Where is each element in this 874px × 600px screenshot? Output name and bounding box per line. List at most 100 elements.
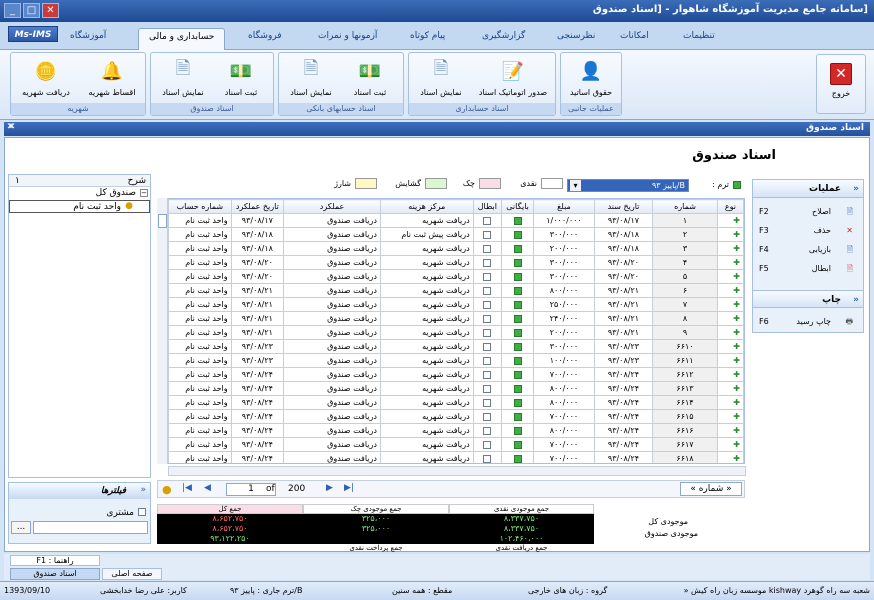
print-receipt-action[interactable]: 🖶 چاپ رسید F6 xyxy=(753,312,863,331)
void-checkbox[interactable] xyxy=(483,454,492,463)
void-checkbox[interactable] xyxy=(483,440,492,449)
teacher-salary-button[interactable]: 👤 حقوق اساتید xyxy=(565,57,617,98)
archived-checkbox[interactable] xyxy=(513,286,522,295)
archived-checkbox[interactable] xyxy=(513,300,522,309)
show-accounting-docs-button[interactable]: 🗎 نمایش اسناد xyxy=(413,57,469,97)
grid-header[interactable]: ابطال xyxy=(472,199,502,214)
table-row[interactable]: ✚ ۶ ۹۳/۰۸/۲۱ ۸۰۰/۰۰۰ دریافت شهریه دریافت صندو… xyxy=(168,283,744,298)
grid-header[interactable]: شماره حساب xyxy=(168,199,232,214)
archived-checkbox[interactable] xyxy=(513,440,522,449)
table-row[interactable]: ✚ ۴ ۹۳/۰۸/۲۰ ۳۰۰/۰۰۰ دریافت شهریه دریافت صندو… xyxy=(168,255,744,270)
tab-exams[interactable]: آزمونها و نمرات xyxy=(318,31,377,41)
grid-header[interactable]: نوع xyxy=(716,199,744,214)
customer-browse-button[interactable]: ... xyxy=(11,521,31,534)
grid-header[interactable]: تاریخ عملکرد xyxy=(230,199,285,214)
archived-checkbox[interactable] xyxy=(513,412,522,421)
void-checkbox[interactable] xyxy=(483,342,492,351)
void-checkbox[interactable] xyxy=(483,216,492,225)
table-row[interactable]: ✚ ۶۶۱۷ ۹۳/۰۸/۲۴ ۷۰۰/۰۰۰ دریافت شهریه دریافت ص… xyxy=(168,437,744,452)
tab-sms[interactable]: پیام کوتاه xyxy=(410,31,445,41)
tab-reports[interactable]: گزارشگیری xyxy=(482,31,525,41)
chevron-up-icon[interactable]: « xyxy=(853,291,859,309)
customer-checkbox[interactable] xyxy=(138,508,146,516)
table-row[interactable]: ✚ ۲ ۹۳/۰۸/۱۸ ۳۰۰/۰۰۰ دریافت پیش ثبت نام دریاف… xyxy=(168,227,744,242)
tab-store[interactable]: فروشگاه xyxy=(248,31,282,41)
exit-button[interactable]: ✕ خروج xyxy=(816,54,866,114)
vertical-scrollbar[interactable] xyxy=(157,198,168,464)
table-row[interactable]: ✚ ۶۶۱۴ ۹۳/۰۸/۲۴ ۸۰۰/۰۰۰ دریافت شهریه دریافت ص… xyxy=(168,395,744,410)
minimize-button[interactable]: _ xyxy=(4,3,21,18)
void-checkbox[interactable] xyxy=(483,412,492,421)
table-row[interactable]: ✚ ۶۶۱۱ ۹۳/۰۸/۲۳ ۱۰۰/۰۰۰ دریافت شهریه دریافت ص… xyxy=(168,353,744,368)
table-row[interactable]: ✚ ۶۶۱۵ ۹۳/۰۸/۲۴ ۷۰۰/۰۰۰ دریافت شهریه دریافت ص… xyxy=(168,409,744,424)
void-checkbox[interactable] xyxy=(483,300,492,309)
grid-header[interactable]: بایگانی xyxy=(500,199,535,214)
receive-tuition-button[interactable]: 🪙 دریافت شهریه xyxy=(15,57,77,98)
grid-header[interactable]: مرکز هزینه xyxy=(379,199,474,214)
archived-checkbox[interactable] xyxy=(513,216,522,225)
bank-show-button[interactable]: 🗎 نمایش اسناد xyxy=(283,57,339,97)
table-row[interactable]: ✚ ۵ ۹۳/۰۸/۲۰ ۳۰۰/۰۰۰ دریافت شهریه دریافت صندو… xyxy=(168,269,744,284)
table-row[interactable]: ✚ ۶۶۱۰ ۹۳/۰۸/۲۳ ۳۰۰/۰۰۰ دریافت شهریه دریافت ص… xyxy=(168,339,744,354)
bank-register-button[interactable]: 💵 ثبت اسناد xyxy=(341,57,399,98)
table-row[interactable]: ✚ ۶۶۱۶ ۹۳/۰۸/۲۴ ۸۰۰/۰۰۰ دریافت شهریه دریافت ص… xyxy=(168,423,744,438)
tree-child[interactable]: ● واحد ثبت نام xyxy=(9,200,150,213)
table-row[interactable]: ✚ ۳ ۹۳/۰۸/۱۸ ۲۰۰/۰۰۰ دریافت شهریه دریافت صندو… xyxy=(168,241,744,256)
tab-facilities[interactable]: امکانات xyxy=(620,31,649,41)
auto-issue-button[interactable]: 📝 صدور اتوماتیک اسناد xyxy=(471,57,555,98)
prev-page-icon[interactable]: ◀ xyxy=(204,483,211,493)
table-row[interactable]: ✚ ۶۶۱۳ ۹۳/۰۸/۲۴ ۸۰۰/۰۰۰ دریافت شهریه دریافت ص… xyxy=(168,381,744,396)
void-checkbox[interactable] xyxy=(483,272,492,281)
archived-checkbox[interactable] xyxy=(513,356,522,365)
tab-survey[interactable]: نظرسنجی xyxy=(557,31,595,41)
archived-checkbox[interactable] xyxy=(513,384,522,393)
archived-checkbox[interactable] xyxy=(513,454,522,463)
table-row[interactable]: ✚ ۶۶۱۸ ۹۳/۰۸/۲۴ ۷۰۰/۰۰۰ دریافت شهریه دریافت ص… xyxy=(168,451,744,463)
cash-show-button[interactable]: 🗎 نمایش اسناد xyxy=(155,57,211,97)
tab-home[interactable]: صفحه اصلی xyxy=(102,568,162,580)
archived-checkbox[interactable] xyxy=(513,328,522,337)
table-row[interactable]: ✚ ۶۶۱۲ ۹۳/۰۸/۲۴ ۷۰۰/۰۰۰ دریافت شهریه دریافت ص… xyxy=(168,367,744,382)
horizontal-scrollbar[interactable] xyxy=(168,466,746,476)
cash-register-button[interactable]: 💵 ثبت اسناد xyxy=(213,57,269,98)
archived-checkbox[interactable] xyxy=(513,272,522,281)
void-checkbox[interactable] xyxy=(483,426,492,435)
term-checkbox[interactable] xyxy=(733,181,741,189)
archived-checkbox[interactable] xyxy=(513,370,522,379)
delete-action[interactable]: ✕ حذف F3 xyxy=(753,221,863,240)
collapse-icon[interactable]: − xyxy=(140,189,148,197)
table-row[interactable]: ✚ ۱ ۹۳/۰۸/۱۷ ۱/۰۰۰/۰۰۰ دریافت شهریه دریافت صن… xyxy=(168,213,744,228)
customer-input[interactable] xyxy=(33,521,148,534)
table-row[interactable]: ✚ ۹ ۹۳/۰۸/۲۱ ۲۰۰/۰۰۰ دریافت شهریه دریافت صندو… xyxy=(168,325,744,340)
first-page-icon[interactable]: |◀ xyxy=(182,483,192,493)
tab-school[interactable]: آموزشگاه xyxy=(70,31,106,41)
grid-header[interactable]: شماره xyxy=(652,199,718,214)
void-checkbox[interactable] xyxy=(483,230,492,239)
tab-cash-docs[interactable]: اسناد صندوق xyxy=(10,568,100,580)
void-checkbox[interactable] xyxy=(483,244,492,253)
edit-action[interactable]: 🗎 اصلاح F2 xyxy=(753,202,863,221)
tab-settings[interactable]: تنظیمات xyxy=(683,31,715,41)
archived-checkbox[interactable] xyxy=(513,426,522,435)
restore-action[interactable]: 🗎 بازیابی F4 xyxy=(753,240,863,259)
archived-checkbox[interactable] xyxy=(513,244,522,253)
archived-checkbox[interactable] xyxy=(513,398,522,407)
scroll-thumb[interactable] xyxy=(158,214,167,228)
grid-header[interactable]: تاریخ سند xyxy=(593,199,654,214)
term-select[interactable]: ▾ B/پاییز ۹۳ xyxy=(567,179,689,192)
tab-accounting[interactable]: حسابداری و مالی xyxy=(138,28,226,50)
last-page-icon[interactable]: ▶| xyxy=(344,483,354,493)
next-page-icon[interactable]: ▶ xyxy=(326,483,333,493)
archived-checkbox[interactable] xyxy=(513,230,522,239)
void-checkbox[interactable] xyxy=(483,258,492,267)
void-checkbox[interactable] xyxy=(483,398,492,407)
void-checkbox[interactable] xyxy=(483,356,492,365)
table-row[interactable]: ✚ ۷ ۹۳/۰۸/۲۱ ۲۵۰/۰۰۰ دریافت شهریه دریافت صندو… xyxy=(168,297,744,312)
sort-field[interactable]: « شماره » xyxy=(680,482,742,496)
void-checkbox[interactable] xyxy=(483,384,492,393)
grid-header[interactable]: مبلغ xyxy=(533,199,595,214)
archived-checkbox[interactable] xyxy=(513,258,522,267)
chevron-up-icon[interactable]: « xyxy=(140,485,146,495)
void-checkbox[interactable] xyxy=(483,370,492,379)
void-checkbox[interactable] xyxy=(483,314,492,323)
